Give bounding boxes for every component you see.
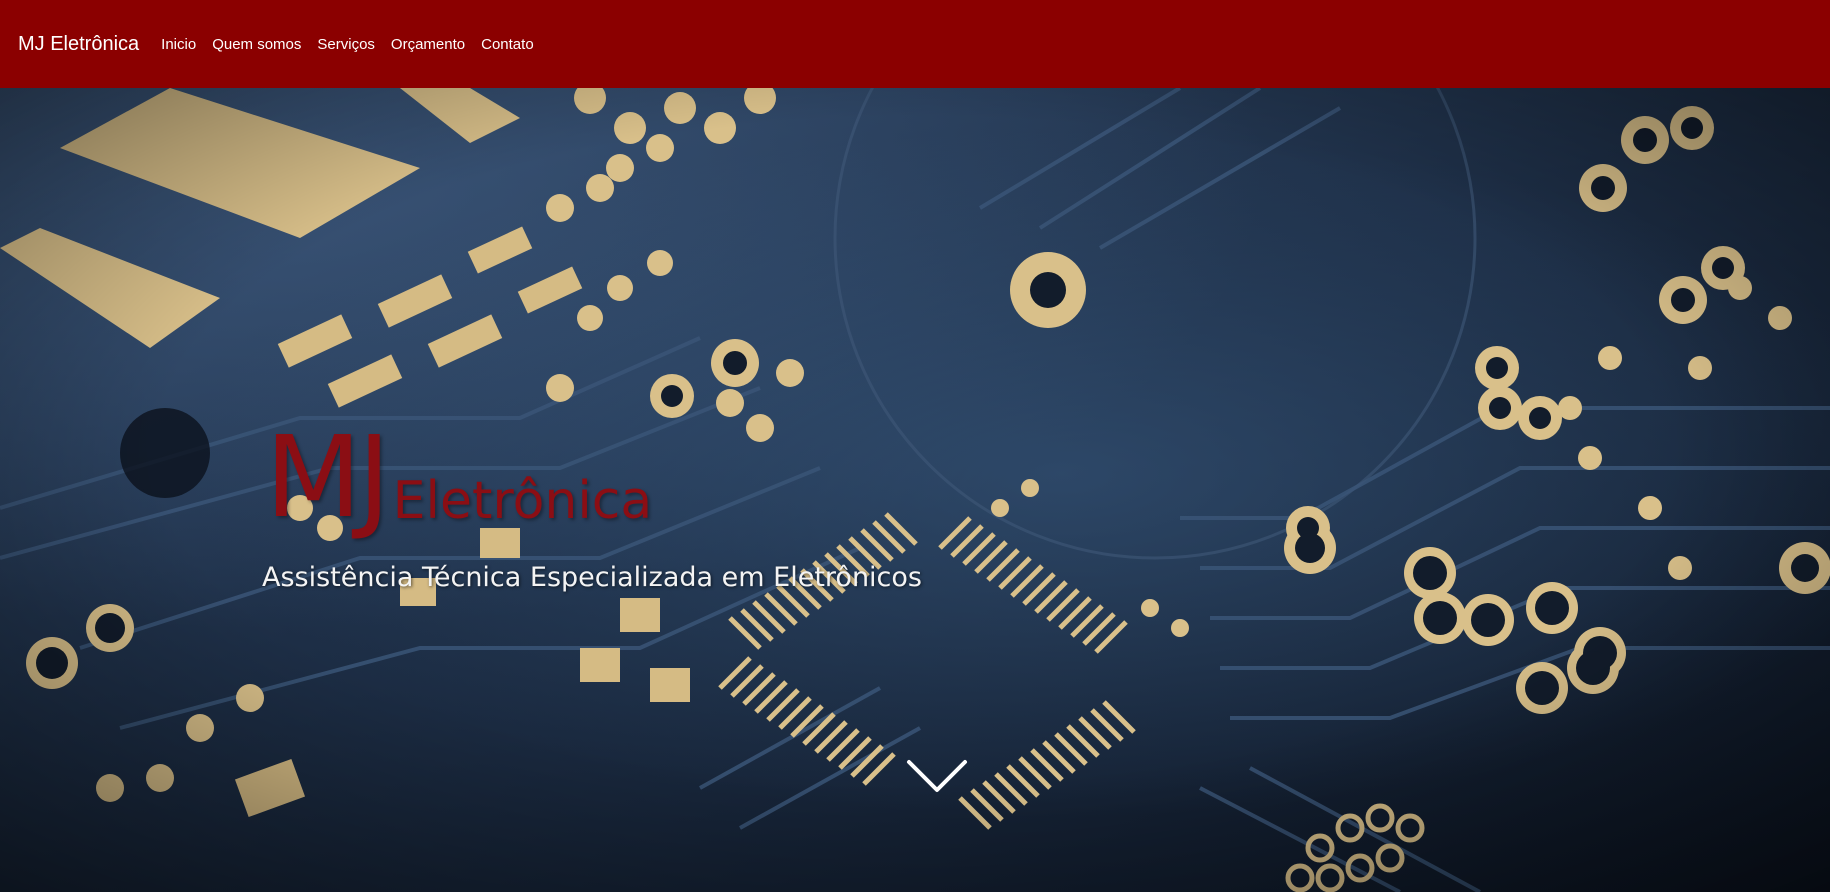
nav-link-quem-somos[interactable]: Quem somos xyxy=(212,36,301,53)
hero-logo: MJ Eletrônica xyxy=(265,413,653,543)
hero-section: MJ Eletrônica Assistência Técnica Especi… xyxy=(0,88,1830,892)
chevron-down-icon[interactable] xyxy=(905,756,969,796)
navbar-brand[interactable]: MJ Eletrônica xyxy=(18,33,139,56)
nav-link-servicos[interactable]: Serviços xyxy=(317,36,375,53)
hero-tagline: Assistência Técnica Especializada em Ele… xyxy=(262,562,922,593)
nav-link-orcamento[interactable]: Orçamento xyxy=(391,36,465,53)
logo-mj-text: MJ xyxy=(265,413,391,543)
logo-eletronica-text: Eletrônica xyxy=(392,470,653,531)
top-navbar: MJ Eletrônica Inicio Quem somos Serviços… xyxy=(0,0,1830,88)
nav-link-contato[interactable]: Contato xyxy=(481,36,534,53)
nav-link-inicio[interactable]: Inicio xyxy=(161,36,196,53)
